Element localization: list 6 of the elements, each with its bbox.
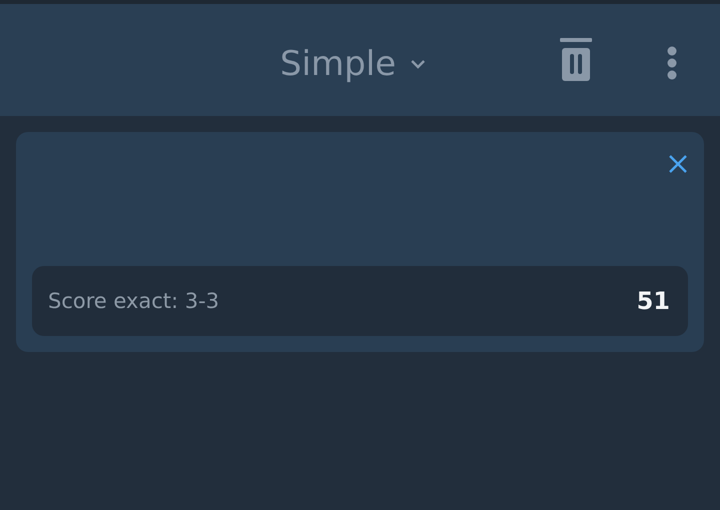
mode-dropdown[interactable]: Simple <box>272 40 434 88</box>
chevron-down-icon <box>410 59 426 69</box>
odds-value: 51 <box>636 287 670 315</box>
selection-label: Score exact: 3-3 <box>48 289 220 313</box>
delete-icon[interactable] <box>560 38 592 82</box>
more-options-icon[interactable] <box>666 46 678 80</box>
